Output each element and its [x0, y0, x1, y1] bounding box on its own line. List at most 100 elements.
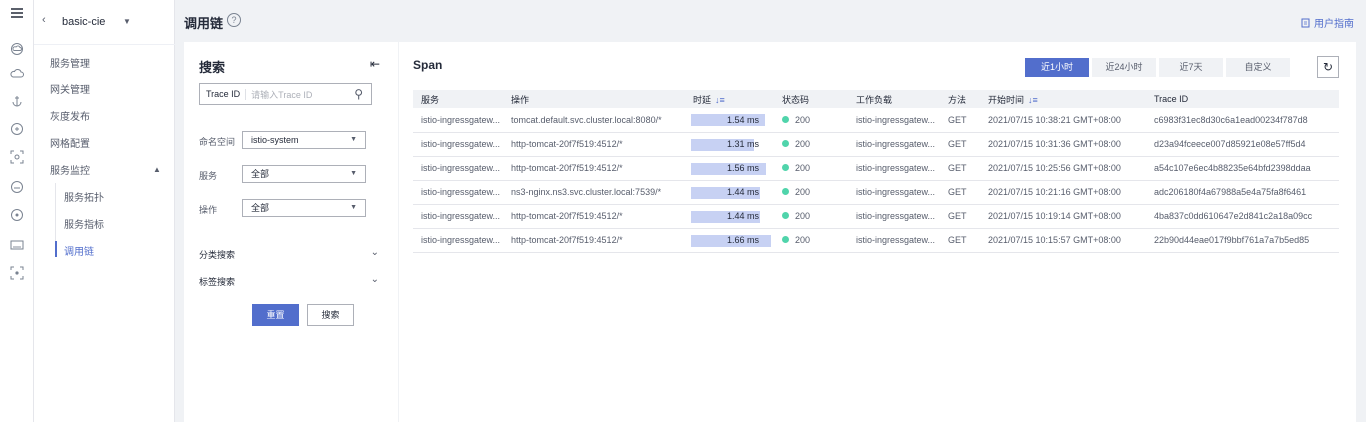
cell-service: istio-ingressgatew... — [413, 108, 503, 133]
sidebar-item-tracing[interactable]: 调用链 — [64, 243, 94, 258]
compass-icon[interactable] — [8, 206, 26, 224]
target-icon[interactable] — [8, 120, 26, 138]
user-guide-label: 用户指南 — [1314, 19, 1354, 30]
latency-value: 1.44 ms — [726, 187, 759, 197]
latency-value: 1.44 ms — [726, 211, 759, 221]
range-7d[interactable]: 近7天 — [1159, 58, 1223, 77]
search-button[interactable]: 搜索 — [307, 304, 354, 326]
operation-select[interactable]: 全部 ▼ — [242, 199, 366, 217]
table-row[interactable]: istio-ingressgatew... http-tomcat-20f7f51… — [413, 132, 1339, 157]
column-header-latency[interactable]: 时延 ↓≡ — [685, 90, 774, 108]
range-1h[interactable]: 近1小时 — [1025, 58, 1089, 77]
cell-workload: istio-ingressgatew... — [848, 180, 940, 205]
table-row[interactable]: istio-ingressgatew... http-tomcat-20f7f51… — [413, 156, 1339, 181]
chevron-down-icon: ▼ — [350, 170, 357, 177]
project-name: basic-cie — [62, 16, 106, 28]
sidebar-item-canary-release[interactable]: 灰度发布 — [50, 108, 90, 123]
scan-icon[interactable] — [8, 148, 26, 166]
trace-id-search[interactable]: Trace ID 请输入Trace ID ⚲ — [199, 83, 372, 105]
user-guide-link[interactable]: 用户指南 — [1301, 15, 1354, 30]
collapse-panel-icon[interactable]: ⇤ — [370, 57, 380, 71]
cell-start-time: 2021/07/15 10:19:14 GMT+08:00 — [980, 204, 1146, 229]
cell-method: GET — [940, 180, 980, 205]
cell-service: istio-ingressgatew... — [413, 228, 503, 253]
latency-value: 1.56 ms — [726, 163, 759, 173]
cell-trace-id[interactable]: adc206180f4a67988a5e4a75fa8f6461 — [1146, 180, 1339, 205]
cell-operation: http-tomcat-20f7f519:4512/* — [503, 132, 685, 157]
cell-trace-id[interactable]: a54c107e6ec4b88235e64bfd2398ddaa — [1146, 156, 1339, 181]
namespace-select[interactable]: istio-system ▼ — [242, 131, 366, 149]
cloud-server-icon[interactable] — [8, 178, 26, 196]
status-ok-icon — [782, 188, 789, 195]
cell-trace-id[interactable]: 4ba837c0dd610647e2d841c2a18a09cc — [1146, 204, 1339, 229]
icon-rail — [0, 0, 34, 422]
cell-method: GET — [940, 204, 980, 229]
chevron-down-icon: ▼ — [123, 17, 131, 26]
table-header-row: 服务 操作 时延 ↓≡ 状态码 工作负载 方法 开始时间 ↓≡ Trace ID — [413, 90, 1339, 108]
trace-id-input[interactable]: 请输入Trace ID — [246, 88, 371, 101]
cell-trace-id[interactable]: c6983f31ec8d30c6a1ead00234f787d8 — [1146, 108, 1339, 133]
sidebar-item-gateway-management[interactable]: 网关管理 — [50, 81, 90, 96]
column-header-start-time[interactable]: 开始时间 ↓≡ — [980, 90, 1146, 108]
status-code: 200 — [795, 235, 811, 245]
chevron-down-icon: ⌄ — [370, 274, 379, 285]
table-row[interactable]: istio-ingressgatew... tomcat.default.svc.… — [413, 108, 1339, 133]
range-24h[interactable]: 近24小时 — [1092, 58, 1156, 77]
sidebar-item-service-management[interactable]: 服务管理 — [50, 55, 90, 70]
scan-alt-icon[interactable] — [8, 264, 26, 282]
reset-button[interactable]: 重置 — [252, 304, 299, 326]
table-row[interactable]: istio-ingressgatew... ns3-nginx.ns3.svc.c… — [413, 180, 1339, 205]
sidebar-item-service-topology[interactable]: 服务拓扑 — [64, 189, 104, 204]
status-code: 200 — [795, 114, 811, 125]
span-title: Span — [413, 58, 443, 72]
status-ok-icon — [782, 164, 789, 171]
start-time-header-label: 开始时间 — [988, 94, 1025, 105]
page-header: 调用链 ? 用户指南 — [175, 0, 1366, 42]
span-table: 服务 操作 时延 ↓≡ 状态码 工作负载 方法 开始时间 ↓≡ Trace ID i… — [413, 90, 1339, 253]
cell-start-time: 2021/07/15 10:15:57 GMT+08:00 — [980, 228, 1146, 253]
help-icon[interactable]: ? — [227, 13, 241, 27]
refresh-icon[interactable]: ↻ — [1317, 56, 1339, 78]
cell-trace-id[interactable]: d23a94fceece007d85921e08e57ff5d4 — [1146, 132, 1339, 157]
anchor-icon[interactable] — [8, 92, 26, 110]
sort-icon[interactable]: ↓≡ — [715, 95, 725, 105]
sort-icon[interactable]: ↓≡ — [1028, 95, 1038, 105]
menu-icon[interactable] — [8, 4, 26, 22]
cloud-upload-icon[interactable] — [8, 65, 26, 83]
cell-workload: istio-ingressgatew... — [848, 132, 940, 157]
operation-label: 操作 — [199, 205, 218, 215]
category-search-label: 分类搜索 — [199, 250, 236, 260]
category-search-toggle[interactable]: 分类搜索 ⌄ — [199, 247, 379, 261]
status-code: 200 — [795, 139, 811, 149]
sidebar-item-service-monitoring[interactable]: 服务监控 — [50, 162, 90, 177]
back-arrow-icon[interactable]: ‹ — [42, 14, 46, 26]
cell-start-time: 2021/07/15 10:31:36 GMT+08:00 — [980, 132, 1146, 157]
cell-latency: 1.31 ms — [685, 132, 774, 157]
cell-latency: 1.44 ms — [685, 204, 774, 229]
column-header-status: 状态码 — [774, 90, 848, 108]
cell-status: 200 — [774, 180, 848, 205]
cell-operation: http-tomcat-20f7f519:4512/* — [503, 204, 685, 229]
column-header-trace-id: Trace ID — [1146, 90, 1339, 108]
table-row[interactable]: istio-ingressgatew... http-tomcat-20f7f51… — [413, 228, 1339, 253]
cell-latency: 1.54 ms — [685, 108, 774, 133]
cell-trace-id[interactable]: 22b90d44eae017f9bbf761a7a7b5ed85 — [1146, 228, 1339, 253]
page-title: 调用链 — [184, 16, 224, 31]
table-row[interactable]: istio-ingressgatew... http-tomcat-20f7f51… — [413, 204, 1339, 229]
status-ok-icon — [782, 140, 789, 147]
search-icon[interactable]: ⚲ — [354, 87, 363, 101]
cell-status: 200 — [774, 132, 848, 157]
cloud-icon[interactable] — [8, 40, 26, 58]
status-ok-icon — [782, 236, 789, 243]
status-code: 200 — [795, 211, 811, 221]
service-select[interactable]: 全部 ▼ — [242, 165, 366, 183]
sidebar-item-mesh-config[interactable]: 网格配置 — [50, 135, 90, 150]
range-custom[interactable]: 自定义 — [1226, 58, 1290, 77]
sidebar-item-service-metrics[interactable]: 服务指标 — [64, 216, 104, 231]
project-selector[interactable]: ‹ basic-cie ▼ — [34, 8, 175, 36]
keyboard-icon[interactable] — [8, 236, 26, 254]
status-code: 200 — [795, 163, 811, 173]
cell-service: istio-ingressgatew... — [413, 204, 503, 229]
column-header-workload: 工作负载 — [848, 90, 940, 108]
tag-search-toggle[interactable]: 标签搜索 ⌄ — [199, 274, 379, 288]
